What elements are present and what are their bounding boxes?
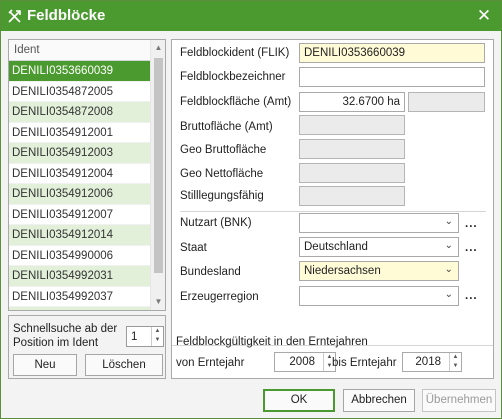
chevron-down-icon: ⌄ <box>444 289 453 300</box>
scroll-up-icon[interactable]: ▲ <box>151 40 166 56</box>
bezeichner-label: Feldblockbezeichner <box>180 71 286 83</box>
scroll-down-icon[interactable]: ▼ <box>151 294 166 310</box>
scroll-thumb[interactable] <box>154 58 163 273</box>
flik-label: Feldblockident (FLIK) <box>180 47 290 59</box>
list-item[interactable]: DENILI0354912004 <box>9 164 150 184</box>
list-header-ident[interactable]: Ident <box>9 40 150 61</box>
quicksearch-box: Schnellsuche ab der Position im Ident 1 … <box>8 315 166 379</box>
cancel-button[interactable]: Abbrechen <box>343 389 415 412</box>
staat-label: Staat <box>180 242 207 254</box>
geo-brutto-label: Geo Bruttofläche <box>180 144 267 156</box>
list-item[interactable]: DENILI0354912003 <box>9 143 150 164</box>
title-bar[interactable]: Feldblöcke ✕ <box>1 1 501 31</box>
delete-button[interactable]: Löschen <box>85 354 163 376</box>
geo-brutto-field <box>299 139 405 159</box>
list-item[interactable]: DENILI0354912007 <box>9 205 150 225</box>
quicksearch-position-value[interactable]: 1 <box>131 331 137 343</box>
staat-select[interactable]: Deutschland ⌄ <box>299 237 459 257</box>
list-item[interactable]: DENILI0354912001 <box>9 123 150 143</box>
list-item[interactable]: DENILI0354872008 <box>9 102 150 123</box>
list-item[interactable]: DENILI0354990006 <box>9 246 150 266</box>
stilllegung-field <box>299 186 405 206</box>
staat-value: Deutschland <box>304 241 368 253</box>
to-year-label: bis Erntejahr <box>332 357 397 369</box>
window-title: Feldblöcke <box>27 7 106 24</box>
stilllegung-label: Stilllegungsfähig <box>180 190 264 202</box>
ident-list: Ident DENILI0353660039 DENILI0354872005 DE… <box>8 39 166 311</box>
list-item[interactable]: DENILI0354992037 <box>9 287 150 307</box>
list-item[interactable]: DENILI0353660039 <box>9 61 150 82</box>
flaeche-amt-field[interactable]: 32.6700 ha <box>299 92 405 112</box>
flaeche-amt-label: Feldblockfläche (Amt) <box>180 96 292 108</box>
geo-netto-field <box>299 163 405 183</box>
chevron-down-icon: ⌄ <box>444 240 453 251</box>
brutto-amt-label: Bruttofläche (Amt) <box>180 121 273 133</box>
list-item[interactable]: DENILI0354992039 <box>9 307 150 310</box>
bundesland-value: Niedersachsen <box>304 265 381 277</box>
staat-more-button[interactable]: ... <box>465 242 478 254</box>
brutto-amt-field <box>299 115 405 135</box>
stepper-down-icon[interactable]: ▼ <box>152 336 163 345</box>
crossed-tools-icon <box>8 9 21 23</box>
geo-netto-label: Geo Nettofläche <box>180 168 264 180</box>
flik-field[interactable]: DENILI0353660039 <box>299 43 485 63</box>
stepper-up-icon[interactable]: ▲ <box>152 327 163 336</box>
apply-button[interactable]: Übernehmen <box>422 389 496 412</box>
validity-title: Feldblockgültigkeit in den Erntejahren <box>176 336 368 348</box>
bundesland-select[interactable]: Niedersachsen ⌄ <box>299 261 459 281</box>
erzeuger-select[interactable]: ⌄ <box>299 286 459 306</box>
list-scrollbar[interactable]: ▲ ▼ <box>150 40 165 310</box>
list-rows: DENILI0353660039 DENILI0354872005 DENILI03… <box>9 61 150 310</box>
stepper-down-icon[interactable]: ▼ <box>450 362 461 371</box>
list-item[interactable]: DENILI0354872005 <box>9 82 150 102</box>
quicksearch-position-stepper[interactable]: 1 ▲ ▼ <box>126 326 164 347</box>
bezeichner-field[interactable] <box>299 67 485 87</box>
flaeche-amt-extra-field <box>408 92 485 112</box>
nutzart-more-button[interactable]: ... <box>465 218 478 230</box>
dialog-window: Feldblöcke ✕ Ident DENILI0353660039 DENIL… <box>0 0 502 419</box>
list-item[interactable]: DENILI0354912014 <box>9 225 150 246</box>
ok-button[interactable]: OK <box>263 389 335 412</box>
detail-form: Feldblockident (FLIK) DENILI0353660039 F… <box>171 39 494 379</box>
stepper-up-icon[interactable]: ▲ <box>450 353 461 362</box>
nutzart-label: Nutzart (BNK) <box>180 217 252 229</box>
new-button[interactable]: Neu <box>13 354 77 376</box>
list-item[interactable]: DENILI0354912006 <box>9 184 150 205</box>
from-year-label: von Erntejahr <box>176 357 245 369</box>
nutzart-select[interactable]: ⌄ <box>299 213 459 233</box>
form-divider <box>180 211 486 212</box>
erzeuger-more-button[interactable]: ... <box>465 290 478 302</box>
to-year-stepper[interactable]: 2018 ▲ ▼ <box>402 352 462 372</box>
close-button[interactable]: ✕ <box>467 1 501 31</box>
bundesland-label: Bundesland <box>180 266 241 278</box>
chevron-down-icon: ⌄ <box>444 216 453 227</box>
list-item[interactable]: DENILI0354992031 <box>9 266 150 287</box>
quicksearch-label: Schnellsuche ab der Position im Ident <box>13 323 118 349</box>
from-year-stepper[interactable]: 2008 ▲ ▼ <box>274 352 336 372</box>
erzeuger-label: Erzeugerregion <box>180 291 259 303</box>
chevron-down-icon: ⌄ <box>444 264 453 275</box>
